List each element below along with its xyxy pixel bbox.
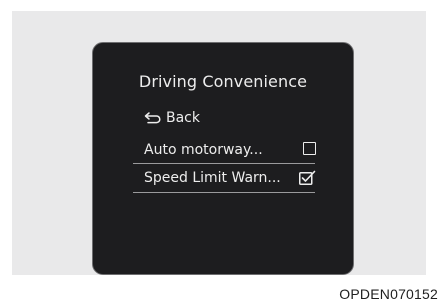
figure-code: OPDEN070152 bbox=[339, 286, 438, 302]
menu-item-label: Speed Limit Warn... bbox=[144, 170, 281, 186]
selection-divider-bottom bbox=[133, 192, 315, 193]
menu-item-label: Auto motorway... bbox=[144, 142, 263, 158]
back-label: Back bbox=[166, 110, 200, 126]
menu-item-auto-motorway[interactable]: Auto motorway... bbox=[144, 139, 316, 161]
screen-title: Driving Convenience bbox=[138, 72, 308, 91]
checked-checkbox-icon[interactable] bbox=[299, 170, 316, 185]
back-button[interactable]: Back bbox=[144, 108, 200, 128]
selection-divider-top bbox=[133, 163, 315, 164]
menu-item-speed-limit-warning[interactable]: Speed Limit Warn... bbox=[144, 167, 316, 189]
back-arrow-icon bbox=[144, 112, 161, 124]
unchecked-checkbox-icon[interactable] bbox=[303, 142, 316, 155]
display-screen: Driving Convenience Back Auto motorway..… bbox=[92, 42, 354, 275]
